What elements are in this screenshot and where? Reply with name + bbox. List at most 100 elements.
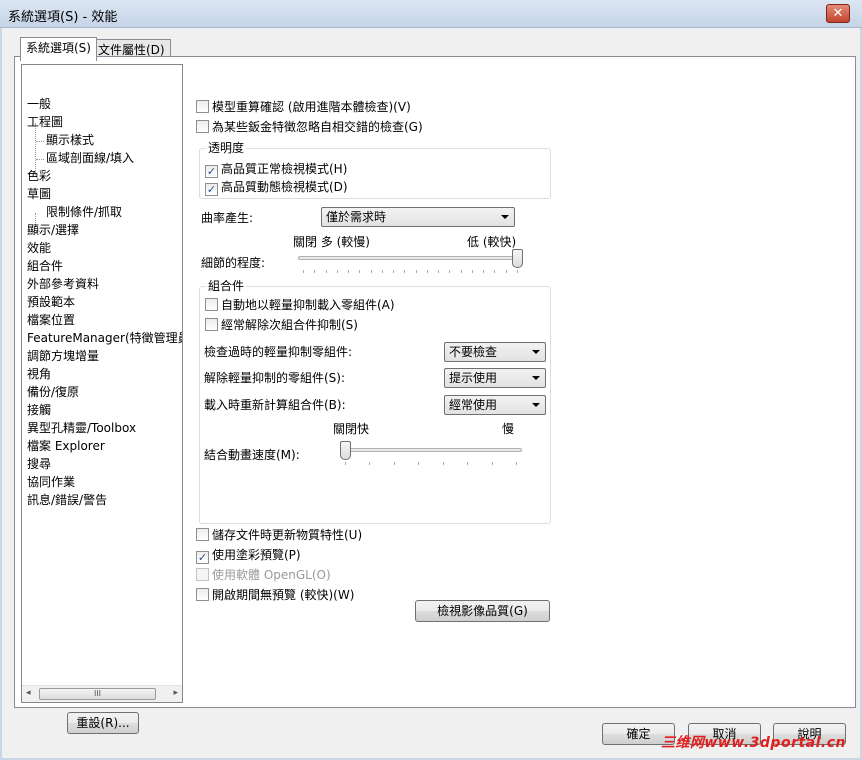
high-quality-normal-label: 高品質正常檢視模式(H): [221, 162, 348, 176]
transparency-group-title: 透明度: [206, 141, 247, 156]
shaded-preview-label: 使用塗彩預覽(P): [212, 548, 301, 562]
resolve-lightweight-select[interactable]: 提示使用: [444, 368, 546, 388]
auto-lightweight-label: 自動地以輕量抑制載入零組件(A): [221, 298, 395, 312]
auto-lightweight-option[interactable]: 自動地以輕量抑制載入零組件(A): [205, 298, 395, 314]
update-mass-props-checkbox[interactable]: [196, 528, 209, 541]
animation-speed-slider-thumb[interactable]: [340, 441, 351, 460]
reset-button[interactable]: 重設(R)...: [67, 712, 139, 734]
detail-slider-track[interactable]: [298, 256, 523, 260]
high-quality-dynamic-option[interactable]: ✓ 高品質動態檢視模式(D): [205, 180, 348, 196]
animation-speed-label: 結合動畫速度(M):: [204, 448, 300, 462]
tree-item-messages-errors-warnings[interactable]: 訊息/錯誤/警告: [27, 491, 107, 509]
ignore-self-intersect-checkbox[interactable]: [196, 120, 209, 133]
tree-item-file-locations[interactable]: 檔案位置: [27, 311, 75, 329]
rebuild-on-load-select[interactable]: 經常使用: [444, 395, 546, 415]
tree-item-drawings[interactable]: 工程圖: [27, 113, 63, 131]
check-outdated-label: 檢查過時的輕量抑制零組件:: [204, 345, 353, 359]
update-mass-props-option[interactable]: 儲存文件時更新物質特性(U): [196, 528, 362, 544]
detail-slider-thumb[interactable]: [512, 249, 523, 268]
update-mass-props-label: 儲存文件時更新物質特性(U): [212, 528, 363, 542]
tree-item-sketch[interactable]: 草圖: [27, 185, 51, 203]
no-preview-checkbox[interactable]: [196, 588, 209, 601]
always-resolve-checkbox[interactable]: [205, 318, 218, 331]
rebuild-verify-option[interactable]: 模型重算確認 (啟用進階本體檢查)(V): [196, 100, 411, 116]
options-tree[interactable]: 一般 工程圖 顯示樣式 區域剖面線/填入 色彩 草圖 限制條件/抓取 顯示/選擇…: [21, 64, 183, 703]
tree-item-display-style[interactable]: 顯示樣式: [46, 131, 94, 149]
chevron-down-icon: [532, 403, 540, 407]
tree-item-colors[interactable]: 色彩: [27, 167, 51, 185]
slider-tick: [491, 462, 493, 465]
tree-item-featuremanager[interactable]: FeatureManager(特徵管理員: [27, 329, 182, 347]
check-outdated-value: 不要檢查: [449, 345, 498, 359]
title-bar: 系統選項(S) - 效能 ✕: [0, 0, 862, 28]
tab-panel: 一般 工程圖 顯示樣式 區域剖面線/填入 色彩 草圖 限制條件/抓取 顯示/選擇…: [14, 56, 856, 734]
slider-tick: [517, 270, 518, 273]
rebuild-on-load-label: 載入時重新計算組合件(B):: [204, 398, 346, 412]
rebuild-verify-checkbox[interactable]: [196, 100, 209, 113]
slider-tick: [404, 270, 406, 273]
animation-speed-right-label: 慢: [502, 422, 515, 436]
high-quality-normal-checkbox[interactable]: ✓: [205, 165, 218, 178]
scroll-thumb[interactable]: III: [39, 688, 156, 700]
tree-item-backup-recover[interactable]: 備份/復原: [27, 383, 79, 401]
slider-tick: [494, 270, 496, 273]
resolve-lightweight-value: 提示使用: [449, 371, 498, 385]
tree-item-spin-box-increments[interactable]: 調節方塊增量: [27, 347, 99, 365]
no-preview-label: 開啟期間無預覽 (較快)(W): [212, 588, 355, 602]
tree-item-search[interactable]: 搜尋: [27, 455, 51, 473]
slider-tick: [303, 270, 304, 273]
always-resolve-option[interactable]: 經常解除次組合件抑制(S): [205, 318, 358, 334]
tree-item-general[interactable]: 一般: [27, 95, 51, 113]
slider-tick: [345, 462, 346, 465]
slider-tick: [370, 270, 372, 273]
dialog-client-area: 系統選項(S) 文件屬性(D) 一般 工程圖 顯示樣式 區域剖面線/填入 色彩 …: [2, 28, 860, 758]
tree-item-assemblies[interactable]: 組合件: [27, 257, 63, 275]
high-quality-dynamic-checkbox[interactable]: ✓: [205, 183, 218, 196]
slider-tick: [471, 270, 473, 273]
tree-item-hole-wizard-toolbox[interactable]: 異型孔精靈/Toolbox: [27, 419, 136, 437]
detail-label: 細節的程度:: [201, 256, 266, 270]
shaded-preview-checkbox[interactable]: ✓: [196, 551, 209, 564]
tree-item-external-references[interactable]: 外部參考資料: [27, 275, 99, 293]
no-preview-option[interactable]: 開啟期間無預覽 (較快)(W): [196, 588, 354, 604]
software-opengl-label: 使用軟體 OpenGL(O): [212, 568, 331, 582]
slider-tick: [393, 462, 395, 465]
tree-item-collaboration[interactable]: 協同作業: [27, 473, 75, 491]
slider-tick: [348, 270, 350, 273]
check-outdated-select[interactable]: 不要檢查: [444, 342, 546, 362]
slider-tick: [516, 462, 517, 465]
tree-item-file-explorer[interactable]: 檔案 Explorer: [27, 437, 105, 455]
image-quality-button[interactable]: 檢視影像品質(G): [415, 600, 550, 622]
rebuild-on-load-value: 經常使用: [449, 398, 498, 412]
tree-item-default-templates[interactable]: 預設範本: [27, 293, 75, 311]
high-quality-normal-option[interactable]: ✓ 高品質正常檢視模式(H): [205, 162, 347, 178]
scroll-left-icon[interactable]: ◂: [26, 688, 31, 698]
tree-item-touch[interactable]: 接觸: [27, 401, 51, 419]
tree-item-performance[interactable]: 效能: [27, 239, 51, 257]
detail-right-label: 低 (較快): [467, 235, 517, 249]
tree-item-display-selection[interactable]: 顯示/選擇: [27, 221, 79, 239]
auto-lightweight-checkbox[interactable]: [205, 298, 218, 311]
slider-tick: [426, 270, 428, 273]
scroll-right-icon[interactable]: ▸: [173, 688, 178, 698]
ignore-self-intersect-option[interactable]: 為某些鈑金特徵忽略自相交錯的檢查(G): [196, 120, 423, 136]
close-button[interactable]: ✕: [826, 4, 850, 23]
slider-tick: [381, 270, 383, 273]
shaded-preview-option[interactable]: ✓ 使用塗彩預覽(P): [196, 548, 301, 564]
detail-left-label: 關閉 多 (較慢): [293, 235, 370, 249]
curvature-select[interactable]: 僅於需求時: [321, 207, 515, 227]
slider-tick: [359, 270, 361, 273]
animation-speed-left-label: 關閉快: [333, 422, 370, 436]
resolve-lightweight-label: 解除輕量抑制的零組件(S):: [204, 371, 346, 385]
tab-system-options[interactable]: 系統選項(S): [20, 37, 97, 61]
slider-tick: [336, 270, 338, 273]
tree-item-view[interactable]: 視角: [27, 365, 51, 383]
slider-tick: [438, 270, 440, 273]
tree-horizontal-scrollbar[interactable]: ◂ III ▸: [22, 685, 182, 702]
slider-tick: [314, 270, 316, 273]
chevron-down-icon: [532, 376, 540, 380]
tree-item-relations-snaps[interactable]: 限制條件/抓取: [46, 203, 122, 221]
tab-system-options-label: 系統選項(S): [26, 41, 91, 55]
animation-speed-slider-track[interactable]: [340, 448, 522, 452]
tree-item-area-hatch[interactable]: 區域剖面線/填入: [46, 149, 134, 167]
